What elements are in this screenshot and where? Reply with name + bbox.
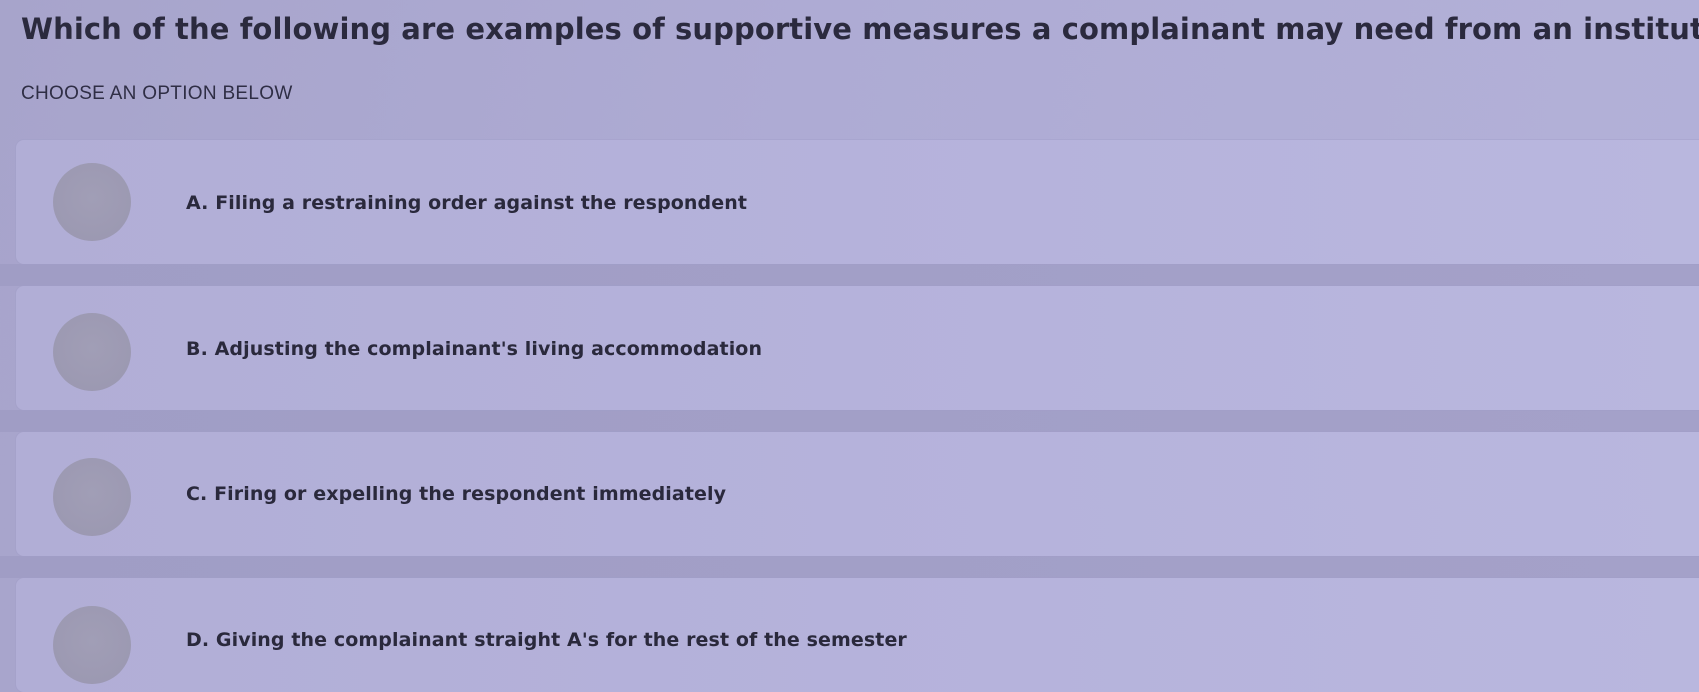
option-c-label: C. Firing or expelling the respondent im… (186, 483, 727, 505)
option-c[interactable]: C. Firing or expelling the respondent im… (16, 432, 1699, 556)
options-list: A. Filing a restraining order against th… (0, 0, 1699, 692)
option-divider (0, 410, 1699, 432)
radio-button-b[interactable] (53, 313, 131, 391)
option-d[interactable]: D. Giving the complainant straight A's f… (16, 578, 1699, 692)
option-a-label: A. Filing a restraining order against th… (186, 192, 748, 214)
option-divider (0, 264, 1699, 286)
radio-button-d[interactable] (53, 606, 131, 684)
option-b[interactable]: B. Adjusting the complainant's living ac… (16, 286, 1699, 410)
option-b-label: B. Adjusting the complainant's living ac… (186, 338, 763, 360)
option-a[interactable]: A. Filing a restraining order against th… (16, 140, 1699, 264)
radio-button-a[interactable] (53, 163, 131, 241)
option-d-label: D. Giving the complainant straight A's f… (186, 629, 907, 651)
radio-button-c[interactable] (53, 458, 131, 536)
option-divider (0, 556, 1699, 578)
